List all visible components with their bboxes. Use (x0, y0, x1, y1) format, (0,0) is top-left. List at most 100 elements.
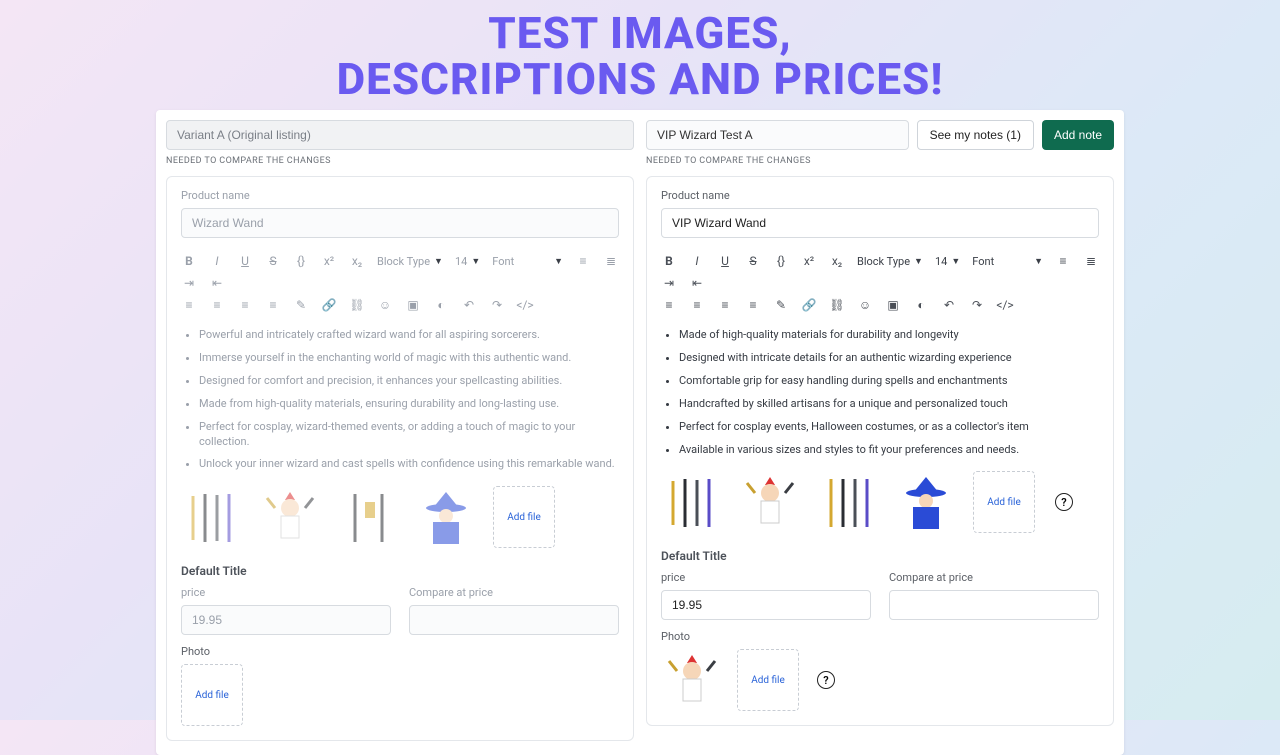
image-thumbs: Add file (181, 486, 619, 548)
image-thumb[interactable] (181, 486, 243, 548)
clear-icon[interactable]: ◐ (433, 298, 449, 312)
compare-price-label: Compare at price (409, 586, 619, 599)
align-left-icon[interactable]: ≡ (661, 298, 677, 312)
html-icon[interactable]: </> (517, 298, 533, 312)
image-icon[interactable]: ▣ (885, 298, 901, 312)
indent-icon[interactable]: ⇥ (181, 276, 197, 290)
image-thumb[interactable] (895, 471, 957, 533)
unlink-icon[interactable]: ⛓ (829, 298, 845, 312)
subscript-icon[interactable]: x₂ (349, 254, 365, 268)
add-file-button[interactable]: Add file (973, 471, 1035, 533)
align-right-icon[interactable]: ≡ (717, 298, 733, 312)
link-icon[interactable]: 🔗 (321, 298, 337, 312)
list-item: Handcrafted by skilled artisans for a un… (679, 397, 1099, 412)
hero-heading: TEST IMAGES, DESCRIPTIONS AND PRICES! (0, 0, 1280, 102)
list-item: Made from high-quality materials, ensuri… (199, 397, 619, 412)
unlink-icon[interactable]: ⛓ (349, 298, 365, 312)
link-icon[interactable]: 🔗 (801, 298, 817, 312)
product-card: Product name B I U S {} x² x₂ Block Type… (166, 176, 634, 741)
clear-icon[interactable]: ◐ (913, 298, 929, 312)
strike-icon[interactable]: S (745, 254, 761, 268)
html-icon[interactable]: </> (997, 298, 1013, 312)
font-size-select[interactable]: 14 ▼ (455, 255, 480, 268)
image-thumb[interactable] (259, 486, 321, 548)
superscript-icon[interactable]: x² (801, 254, 817, 268)
default-title-heading: Default Title (181, 564, 619, 578)
list-ul-icon[interactable]: ≡ (575, 254, 591, 268)
hero-line-2: DESCRIPTIONS AND PRICES! (0, 56, 1280, 102)
align-left-icon[interactable]: ≡ (181, 298, 197, 312)
list-ol-icon[interactable]: ≣ (1083, 254, 1099, 268)
price-input[interactable] (661, 590, 871, 620)
subscript-icon[interactable]: x₂ (829, 254, 845, 268)
superscript-icon[interactable]: x² (321, 254, 337, 268)
strike-icon[interactable]: S (265, 254, 281, 268)
list-item: Comfortable grip for easy handling durin… (679, 374, 1099, 389)
font-size-select[interactable]: 14 ▼ (935, 255, 960, 268)
underline-icon[interactable]: U (717, 254, 733, 268)
compare-hint: NEEDED TO COMPARE THE CHANGES (646, 156, 1114, 166)
color-icon[interactable]: ✎ (773, 298, 789, 312)
align-center-icon[interactable]: ≡ (689, 298, 705, 312)
image-icon[interactable]: ▣ (405, 298, 421, 312)
product-name-input (181, 208, 619, 238)
compare-panel: NEEDED TO COMPARE THE CHANGES Product na… (156, 110, 1124, 755)
photo-label: Photo (661, 630, 1099, 643)
redo-icon[interactable]: ↷ (969, 298, 985, 312)
list-item: Made of high-quality materials for durab… (679, 328, 1099, 343)
emoji-icon[interactable]: ☺ (377, 298, 393, 312)
image-thumb[interactable] (661, 471, 723, 533)
list-ul-icon[interactable]: ≡ (1055, 254, 1071, 268)
align-justify-icon[interactable]: ≡ (745, 298, 761, 312)
indent-icon[interactable]: ⇥ (661, 276, 677, 290)
code-block-icon[interactable]: {} (773, 254, 789, 268)
compare-price-input[interactable] (889, 590, 1099, 620)
product-card: Product name B I U S {} x² x₂ Block Type… (646, 176, 1114, 726)
font-select[interactable]: Font (972, 255, 994, 268)
code-block-icon[interactable]: {} (293, 254, 309, 268)
list-ol-icon[interactable]: ≣ (603, 254, 619, 268)
italic-icon[interactable]: I (209, 254, 225, 268)
add-file-button[interactable]: Add file (493, 486, 555, 548)
default-title-heading: Default Title (661, 549, 1099, 563)
bold-icon[interactable]: B (661, 254, 677, 268)
variant-b-column: See my notes (1) Add note NEEDED TO COMP… (646, 120, 1114, 741)
help-icon[interactable]: ? (1055, 493, 1073, 511)
product-name-label: Product name (181, 189, 619, 202)
variant-name-input[interactable] (646, 120, 909, 150)
align-justify-icon[interactable]: ≡ (265, 298, 281, 312)
align-center-icon[interactable]: ≡ (209, 298, 225, 312)
see-notes-button[interactable]: See my notes (1) (917, 120, 1034, 150)
undo-icon[interactable]: ↶ (461, 298, 477, 312)
undo-icon[interactable]: ↶ (941, 298, 957, 312)
list-item: Unlock your inner wizard and cast spells… (199, 457, 619, 472)
block-type-select[interactable]: Block Type ▼ (857, 255, 923, 268)
emoji-icon[interactable]: ☺ (857, 298, 873, 312)
image-thumb[interactable] (661, 649, 723, 711)
font-select[interactable]: Font (492, 255, 514, 268)
description-list: Powerful and intricately crafted wizard … (199, 328, 619, 472)
italic-icon[interactable]: I (689, 254, 705, 268)
redo-icon[interactable]: ↷ (489, 298, 505, 312)
help-icon[interactable]: ? (817, 671, 835, 689)
add-note-button[interactable]: Add note (1042, 120, 1114, 150)
block-type-select[interactable]: Block Type ▼ (377, 255, 443, 268)
add-file-button[interactable]: Add file (181, 664, 243, 726)
font-caret-icon[interactable]: ▼ (1034, 256, 1043, 267)
image-thumb[interactable] (817, 471, 879, 533)
font-caret-icon[interactable]: ▼ (554, 256, 563, 267)
image-thumb[interactable] (337, 486, 399, 548)
image-thumb[interactable] (415, 486, 477, 548)
image-thumb[interactable] (739, 471, 801, 533)
product-name-input[interactable] (661, 208, 1099, 238)
image-thumbs: Add file ? (661, 471, 1099, 533)
add-file-button[interactable]: Add file (737, 649, 799, 711)
underline-icon[interactable]: U (237, 254, 253, 268)
bold-icon[interactable]: B (181, 254, 197, 268)
color-icon[interactable]: ✎ (293, 298, 309, 312)
description-list[interactable]: Made of high-quality materials for durab… (679, 328, 1099, 457)
align-right-icon[interactable]: ≡ (237, 298, 253, 312)
compare-price-input (409, 605, 619, 635)
outdent-icon[interactable]: ⇤ (209, 276, 225, 290)
outdent-icon[interactable]: ⇤ (689, 276, 705, 290)
